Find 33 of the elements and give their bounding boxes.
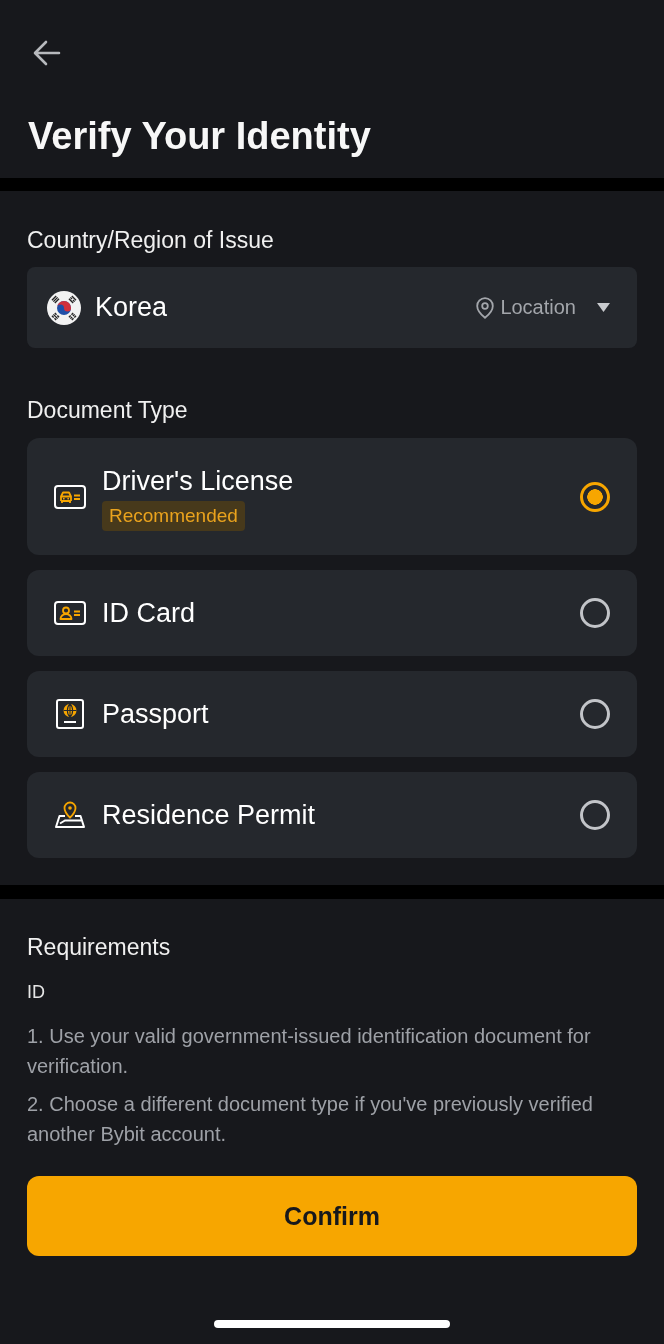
document-type-label: Document Type <box>27 396 189 424</box>
back-arrow-icon <box>33 40 61 66</box>
id-card-icon <box>54 601 86 625</box>
document-option[interactable]: ID Card <box>27 570 637 656</box>
requirement-text: 1. Use your valid government-issued identification document for verification. <box>27 1024 592 1079</box>
flag-icon <box>47 290 81 325</box>
document-option[interactable]: Driver's License Recommended <box>27 438 637 555</box>
document-option[interactable]: Residence Permit <box>27 772 637 858</box>
option-label: ID Card <box>102 597 196 630</box>
option-label: Passport <box>102 698 209 731</box>
back-button[interactable] <box>33 40 61 66</box>
requirements-title: Requirements <box>27 933 172 961</box>
requirements-subtitle: ID <box>27 981 46 1004</box>
option-label: Driver's License <box>102 465 294 498</box>
confirm-button[interactable]: Confirm <box>27 1176 637 1256</box>
document-option[interactable]: Passport <box>27 671 637 757</box>
country-select[interactable]: Korea Location <box>27 267 637 348</box>
driver-license-icon <box>54 484 86 509</box>
radio-button[interactable] <box>580 481 610 512</box>
recommended-badge: Recommended <box>102 501 245 531</box>
country-value: Korea <box>95 292 169 323</box>
passport-icon <box>56 699 84 729</box>
page-title: Verify Your Identity <box>28 114 371 159</box>
location-pin-icon <box>476 296 495 319</box>
radio-button[interactable] <box>580 699 610 729</box>
location-button[interactable]: Location <box>476 296 576 319</box>
map-pin-icon <box>54 801 86 829</box>
option-label: Residence Permit <box>102 799 316 832</box>
caret-down-icon <box>597 303 610 312</box>
country-label: Country/Region of Issue <box>27 226 275 254</box>
radio-button[interactable] <box>580 598 610 628</box>
requirement-text: 2. Choose a different document type if you've previously verified another Bybit account. <box>27 1092 594 1147</box>
radio-button[interactable] <box>580 800 610 830</box>
